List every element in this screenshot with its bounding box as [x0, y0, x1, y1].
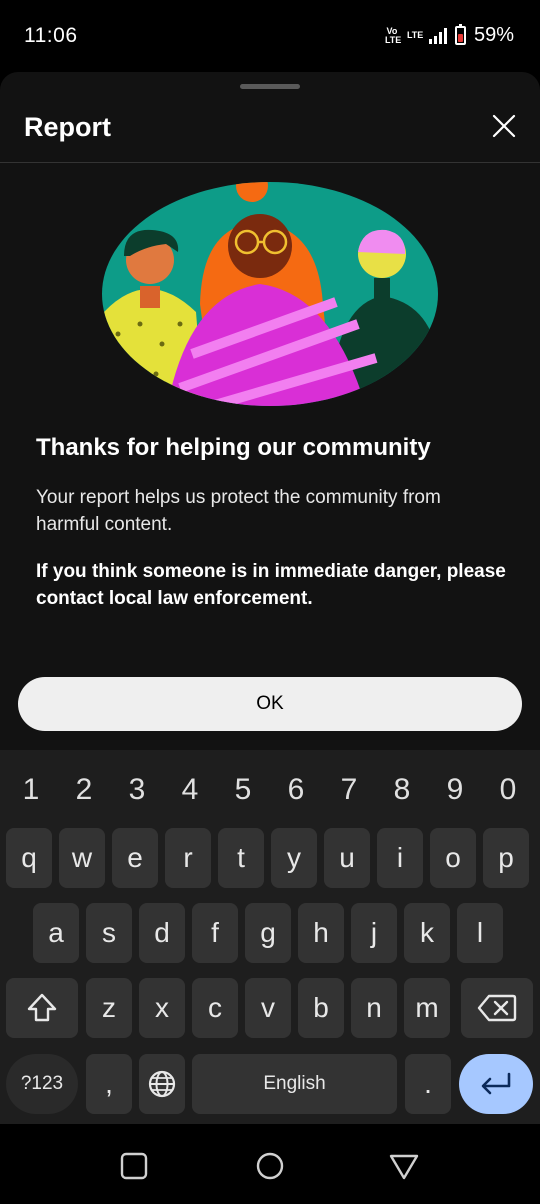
key-c[interactable]: c — [192, 978, 238, 1038]
recents-icon — [120, 1152, 148, 1180]
comma-key[interactable]: , — [86, 1054, 132, 1114]
shift-icon — [27, 993, 57, 1022]
ok-button[interactable]: OK — [18, 677, 522, 731]
period-key[interactable]: . — [405, 1054, 451, 1114]
back-button[interactable] — [384, 1146, 424, 1186]
key-2[interactable]: 2 — [59, 760, 109, 820]
language-key[interactable] — [139, 1054, 185, 1114]
key-z[interactable]: z — [86, 978, 132, 1038]
key-j[interactable]: j — [351, 903, 397, 963]
key-l[interactable]: l — [457, 903, 503, 963]
globe-icon — [148, 1070, 176, 1098]
key-3[interactable]: 3 — [112, 760, 162, 820]
key-m[interactable]: m — [404, 978, 450, 1038]
key-x[interactable]: x — [139, 978, 185, 1038]
key-t[interactable]: t — [218, 828, 264, 888]
drag-handle[interactable] — [240, 84, 300, 89]
status-time: 11:06 — [24, 24, 78, 47]
backspace-icon — [477, 994, 517, 1022]
key-a[interactable]: a — [33, 903, 79, 963]
enter-icon — [481, 1072, 511, 1095]
status-icons: Vo LTE LTE 59% — [385, 24, 514, 47]
key-r[interactable]: r — [165, 828, 211, 888]
home-button[interactable] — [250, 1146, 290, 1186]
network-type-indicator: LTE — [406, 30, 424, 40]
key-q[interactable]: q — [6, 828, 52, 888]
key-b[interactable]: b — [298, 978, 344, 1038]
key-5[interactable]: 5 — [218, 760, 268, 820]
key-o[interactable]: o — [430, 828, 476, 888]
navigation-bar — [0, 1124, 540, 1204]
key-n[interactable]: n — [351, 978, 397, 1038]
key-g[interactable]: g — [245, 903, 291, 963]
key-9[interactable]: 9 — [430, 760, 480, 820]
report-sheet: Report Thanks for helping our community … — [0, 72, 540, 750]
battery-icon — [454, 24, 466, 45]
report-description: Your report helps us protect the communi… — [36, 487, 441, 535]
back-icon — [389, 1154, 419, 1180]
key-i[interactable]: i — [377, 828, 423, 888]
confirmation-heading: Thanks for helping our community — [36, 434, 431, 461]
three-people-illustration — [102, 182, 438, 406]
enter-key[interactable] — [459, 1054, 533, 1114]
key-h[interactable]: h — [298, 903, 344, 963]
key-4[interactable]: 4 — [165, 760, 215, 820]
space-key[interactable]: English — [192, 1054, 397, 1114]
key-u[interactable]: u — [324, 828, 370, 888]
volte-indicator: Vo LTE — [384, 25, 402, 45]
key-v[interactable]: v — [245, 978, 291, 1038]
number-row: 1 2 3 4 5 6 7 8 9 0 — [0, 760, 540, 820]
key-6[interactable]: 6 — [271, 760, 321, 820]
key-0[interactable]: 0 — [483, 760, 533, 820]
home-icon — [256, 1152, 284, 1180]
close-button[interactable] — [488, 110, 520, 142]
keyboard: 1 2 3 4 5 6 7 8 9 0 q w e r t y u i o p … — [0, 750, 540, 1124]
close-icon — [492, 114, 516, 138]
key-y[interactable]: y — [271, 828, 317, 888]
sheet-title: Report — [24, 112, 111, 142]
key-d[interactable]: d — [139, 903, 185, 963]
sheet-divider — [0, 162, 540, 163]
key-s[interactable]: s — [86, 903, 132, 963]
key-f[interactable]: f — [192, 903, 238, 963]
symbols-key[interactable]: ?123 — [6, 1054, 78, 1114]
signal-icon — [428, 27, 447, 44]
battery-percent: 59% — [473, 24, 514, 46]
key-p[interactable]: p — [483, 828, 529, 888]
backspace-key[interactable] — [461, 978, 533, 1038]
status-bar: 11:06 Vo LTE LTE 59% — [0, 0, 540, 72]
key-8[interactable]: 8 — [377, 760, 427, 820]
key-1[interactable]: 1 — [6, 760, 56, 820]
key-k[interactable]: k — [404, 903, 450, 963]
key-7[interactable]: 7 — [324, 760, 374, 820]
recents-button[interactable] — [114, 1146, 154, 1186]
key-w[interactable]: w — [59, 828, 105, 888]
key-e[interactable]: e — [112, 828, 158, 888]
shift-key[interactable] — [6, 978, 78, 1038]
danger-notice: If you think someone is in immediate dan… — [36, 561, 506, 609]
